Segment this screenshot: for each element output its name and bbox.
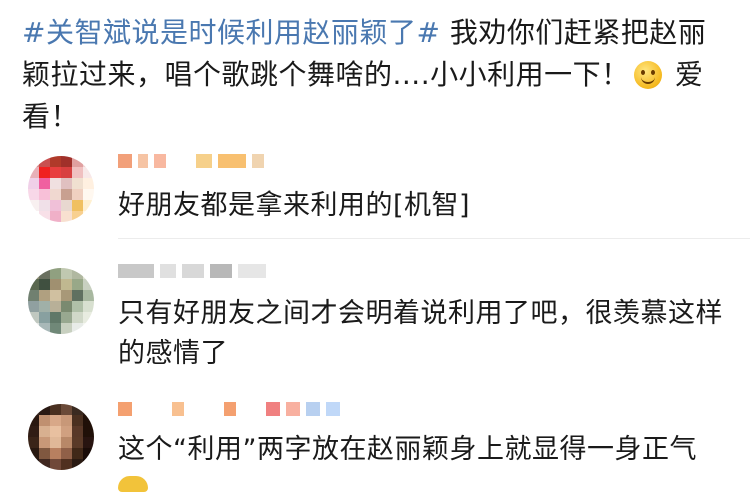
avatar[interactable] — [28, 156, 94, 222]
username-blurred[interactable] — [118, 154, 264, 170]
comment-text: 只有好朋友之间才会明着说利用了吧，很羡慕这样的感情了 — [118, 298, 723, 369]
comment-text: 这个“利用”两字放在赵丽颖身上就显得一身正气 — [118, 434, 697, 465]
post-body: #关智斌说是时候利用赵丽颖了# 我劝你们赶紧把赵丽颖拉过来，唱个歌跳个舞啥的..… — [22, 12, 722, 138]
avatar[interactable] — [28, 268, 94, 334]
hashtag-link[interactable]: #关智斌说是时候利用赵丽颖了# — [22, 16, 440, 49]
emoji-sticker-icon — [118, 476, 148, 492]
divider — [118, 238, 750, 239]
username-blurred[interactable] — [118, 264, 266, 280]
smiley-face-icon — [633, 61, 662, 89]
avatar[interactable] — [28, 404, 94, 470]
comment-text: 好朋友都是拿来利用的[机智] — [118, 190, 471, 221]
username-blurred[interactable] — [118, 402, 340, 418]
